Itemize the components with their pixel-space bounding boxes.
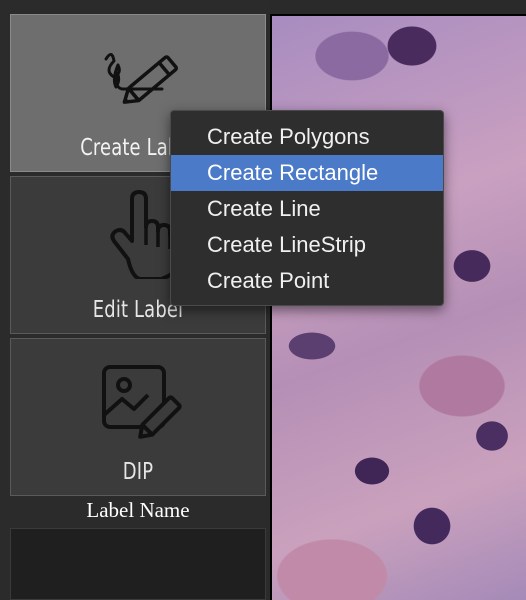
dip-text: DIP [122,459,154,485]
create-shape-menu: Create Polygons Create Rectangle Create … [170,110,444,306]
image-canvas[interactable] [270,14,526,600]
menu-item-create-line[interactable]: Create Line [171,191,443,227]
menu-item-create-linestrip[interactable]: Create LineStrip [171,227,443,263]
dip-button[interactable]: DIP [10,338,266,496]
image-edit-icon [102,365,182,439]
menu-item-create-polygons[interactable]: Create Polygons [171,119,443,155]
label-name-heading: Label Name [86,498,190,522]
menu-item-create-rectangle[interactable]: Create Rectangle [171,155,443,191]
menu-item-create-point[interactable]: Create Point [171,263,443,299]
label-name-list[interactable] [10,528,266,600]
pencil-scribble-icon [104,53,178,104]
